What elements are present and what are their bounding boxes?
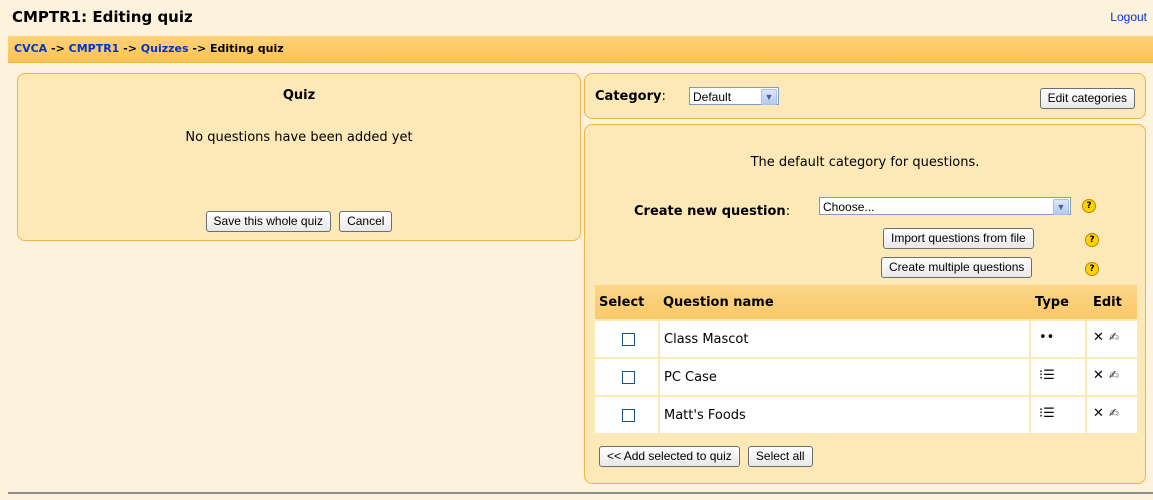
navbar: CVCA -> CMPTR1 -> Quizzes -> Editing qui… — [8, 36, 1153, 63]
column-divider — [658, 321, 660, 357]
delete-icon[interactable]: ✕ — [1093, 406, 1104, 421]
table-row: Matt's Foods ⁝☰ ✕ ✍ — [595, 397, 1137, 435]
question-name: PC Case — [664, 370, 717, 385]
column-divider — [1029, 321, 1031, 357]
breadcrumb-link-quizzes[interactable]: Quizzes — [141, 42, 189, 55]
breadcrumb-separator: -> — [47, 42, 69, 55]
category-info: The default category for questions. — [750, 155, 980, 170]
category-panel: Category: Default ▼ Edit categories — [584, 73, 1146, 119]
quiz-buttons: Save this whole quiz Cancel — [18, 211, 580, 232]
bottom-buttons: << Add selected to quiz Select all — [599, 446, 817, 467]
help-icon[interactable]: ? — [1085, 233, 1099, 247]
edit-categories-button[interactable]: Edit categories — [1039, 88, 1135, 109]
column-divider — [658, 359, 660, 395]
edit-icon[interactable]: ✍ — [1109, 368, 1119, 382]
select-all-button[interactable]: Select all — [747, 446, 813, 467]
page-title: CMPTR1: Editing quiz — [12, 8, 193, 26]
breadcrumb-separator: -> — [119, 42, 141, 55]
footer-divider — [8, 492, 1153, 494]
category-selected-value: Default — [693, 90, 732, 104]
column-divider — [1085, 359, 1087, 395]
create-question-label: Create new question: — [634, 204, 791, 219]
quiz-panel: Quiz No questions have been added yet Sa… — [17, 73, 581, 241]
row-checkbox[interactable] — [622, 333, 635, 346]
logout-link[interactable]: Logout — [1110, 10, 1147, 24]
shortanswer-icon: •• — [1039, 330, 1055, 345]
save-quiz-button[interactable]: Save this whole quiz — [205, 211, 331, 232]
create-question-selected-value: Choose... — [823, 200, 875, 214]
delete-icon[interactable]: ✕ — [1093, 368, 1104, 383]
breadcrumb-separator: -> — [188, 42, 211, 55]
multichoice-icon: ⁝☰ — [1039, 368, 1055, 383]
page-header: CMPTR1: Editing quiz Logout — [0, 0, 1153, 36]
add-selected-button[interactable]: << Add selected to quiz — [599, 446, 740, 467]
category-select[interactable]: Default ▼ — [689, 87, 779, 105]
column-divider — [658, 397, 660, 433]
table-row: Class Mascot •• ✕ ✍ — [595, 321, 1137, 359]
multichoice-icon: ⁝☰ — [1039, 406, 1055, 421]
import-questions-button[interactable]: Import questions from file — [883, 228, 1034, 249]
breadcrumb: CVCA -> CMPTR1 -> Quizzes -> Editing qui… — [14, 42, 284, 55]
column-header-name[interactable]: Question name — [663, 295, 774, 310]
row-checkbox[interactable] — [622, 409, 635, 422]
question-name: Class Mascot — [664, 332, 749, 347]
breadcrumb-link-cvca[interactable]: CVCA — [14, 42, 47, 55]
column-header-edit: Edit — [1093, 295, 1122, 310]
quiz-empty-message: No questions have been added yet — [185, 130, 413, 145]
help-icon[interactable]: ? — [1085, 262, 1099, 276]
table-row: PC Case ⁝☰ ✕ ✍ — [595, 359, 1137, 397]
create-multiple-button[interactable]: Create multiple questions — [881, 257, 1033, 278]
breadcrumb-current: Editing quiz — [210, 42, 284, 55]
quiz-heading: Quiz — [282, 88, 316, 103]
question-bank-panel: The default category for questions. Crea… — [584, 124, 1146, 484]
column-header-select: Select — [599, 295, 645, 310]
create-question-select[interactable]: Choose... ▼ — [819, 197, 1071, 215]
column-divider — [1085, 321, 1087, 357]
edit-icon[interactable]: ✍ — [1109, 406, 1119, 420]
edit-icon[interactable]: ✍ — [1109, 330, 1119, 344]
row-checkbox[interactable] — [622, 371, 635, 384]
cancel-button[interactable]: Cancel — [339, 211, 393, 232]
question-name: Matt's Foods — [664, 408, 746, 423]
column-divider — [1085, 397, 1087, 433]
column-header-type: Type — [1035, 295, 1069, 310]
questions-table-header: Select Question name Type Edit — [595, 285, 1137, 319]
column-divider — [1029, 397, 1031, 433]
category-label: Category: — [595, 89, 666, 104]
chevron-down-icon: ▼ — [761, 89, 777, 105]
help-icon[interactable]: ? — [1082, 199, 1096, 213]
breadcrumb-link-cmptr1[interactable]: CMPTR1 — [69, 42, 120, 55]
column-divider — [1029, 359, 1031, 395]
chevron-down-icon: ▼ — [1053, 199, 1069, 215]
delete-icon[interactable]: ✕ — [1093, 330, 1104, 345]
